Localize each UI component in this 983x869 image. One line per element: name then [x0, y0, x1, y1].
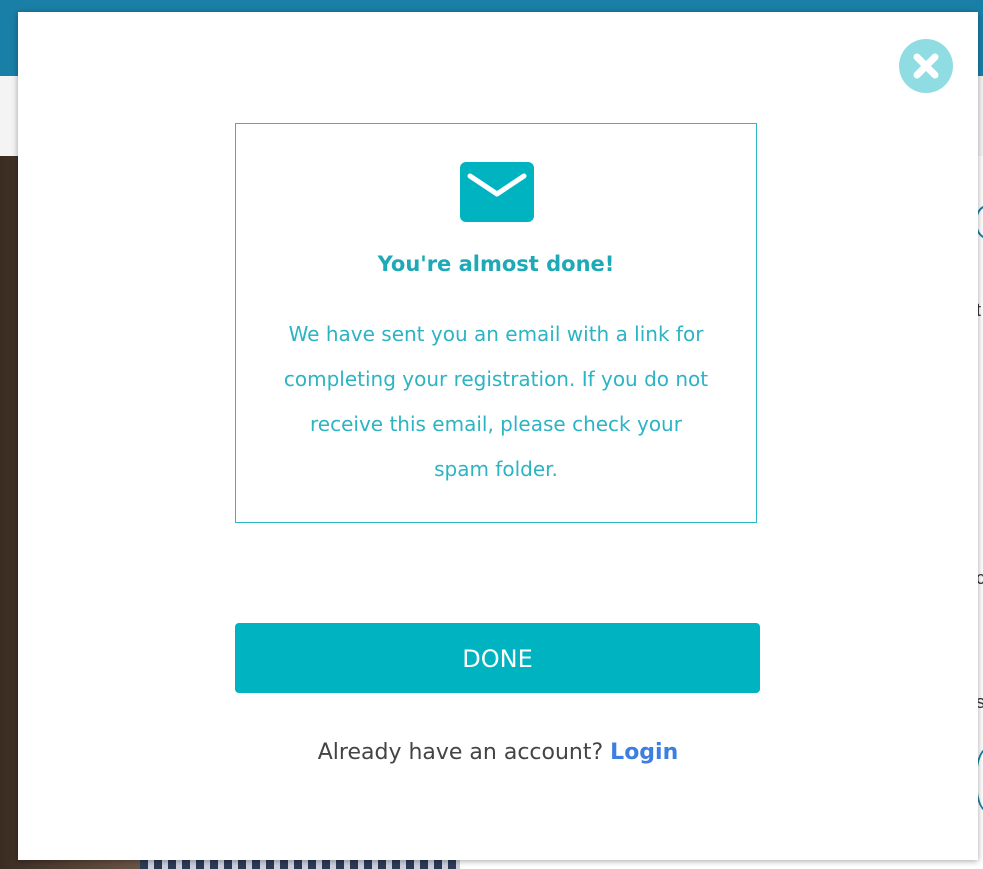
confirmation-title: You're almost done! [377, 252, 615, 276]
login-prompt-line: Already have an account? Login [18, 740, 978, 765]
registration-confirmation-modal: You're almost done! We have sent you an … [18, 12, 978, 860]
done-button[interactable]: DONE [235, 623, 760, 693]
message-line: receive this email, please check your [310, 412, 682, 436]
envelope-icon [460, 162, 534, 222]
confirmation-message: We have sent you an email with a link fo… [236, 312, 756, 492]
login-prompt-text: Already have an account? [317, 740, 604, 765]
login-link[interactable]: Login [610, 740, 678, 765]
message-line: spam folder. [434, 457, 558, 481]
close-icon [913, 53, 939, 79]
message-line: completing your registration. If you do … [283, 367, 709, 391]
message-line: We have sent you an email with a link fo… [288, 322, 704, 346]
close-button[interactable] [899, 39, 953, 93]
confirmation-message-box: You're almost done! We have sent you an … [235, 123, 757, 523]
